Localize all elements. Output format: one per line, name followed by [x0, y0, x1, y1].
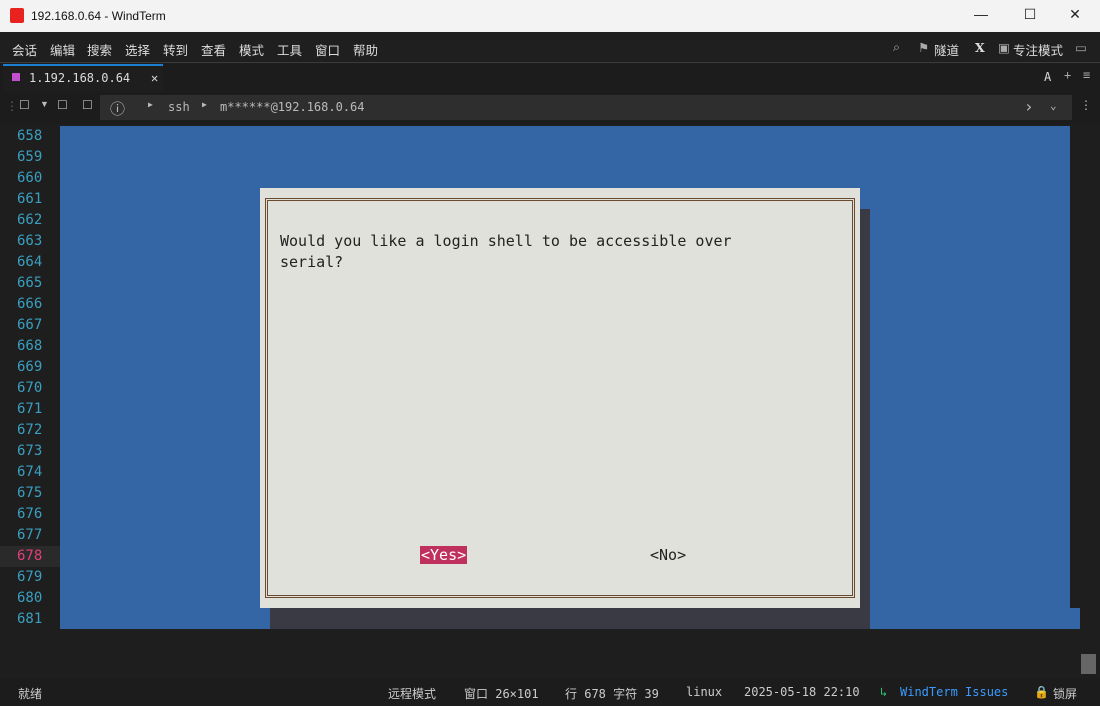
line-number: 663 — [0, 231, 60, 252]
line-number: 668 — [0, 336, 60, 357]
add-tab-button[interactable]: + — [1064, 68, 1071, 82]
line-number: 662 — [0, 210, 60, 231]
line-number: 664 — [0, 252, 60, 273]
status-mode[interactable]: 远程模式 — [388, 685, 436, 702]
scrollbar-thumb[interactable] — [1081, 654, 1096, 674]
chevron-right-icon[interactable]: › — [1024, 97, 1034, 116]
tab-close-icon[interactable]: ✕ — [151, 71, 158, 85]
caret-right-icon: ▶ — [148, 100, 153, 109]
line-number: 681 — [0, 609, 60, 630]
line-number: 679 — [0, 567, 60, 588]
line-number: 677 — [0, 525, 60, 546]
status-ready: 就绪 — [18, 685, 42, 702]
line-number: 680 — [0, 588, 60, 609]
menu-tools[interactable]: 工具 — [277, 40, 302, 59]
lock-icon: 🔒 — [1034, 685, 1049, 699]
line-number: 666 — [0, 294, 60, 315]
dialog-message: Would you like a login shell to be acces… — [280, 231, 732, 273]
line-number: 674 — [0, 462, 60, 483]
line-number: 675 — [0, 483, 60, 504]
app-logo-icon — [10, 8, 24, 23]
maximize-button[interactable]: ☐ — [1015, 6, 1045, 26]
line-number: 658 — [0, 126, 60, 147]
status-window-size: 窗口 26×101 — [464, 685, 539, 702]
line-number: 660 — [0, 168, 60, 189]
focus-icon: ▣ — [998, 40, 1010, 55]
line-number: 659 — [0, 147, 60, 168]
toolbar: ⋮ ☐ ▼ ☐ ☐ ⓘ ▶ ssh ▶ m******@192.168.0.64… — [0, 92, 1100, 124]
line-number: 669 — [0, 357, 60, 378]
line-number: 665 — [0, 273, 60, 294]
windterm-issues-link[interactable]: WindTerm Issues — [900, 685, 1008, 699]
layout-icon[interactable]: ▭ — [1075, 40, 1087, 55]
font-button[interactable]: A — [1044, 70, 1051, 84]
line-number: 672 — [0, 420, 60, 441]
menu-session[interactable]: 会话 — [12, 40, 37, 59]
status-os: linux — [686, 685, 722, 699]
tab-session[interactable]: 1.192.168.0.64 ✕ — [3, 64, 163, 92]
status-bar: 就绪 远程模式 窗口 26×101 行 678 字符 39 linux 2025… — [0, 678, 1100, 706]
path-ssh[interactable]: ssh — [168, 100, 190, 114]
menu-help[interactable]: 帮助 — [353, 40, 378, 59]
menu-window[interactable]: 窗口 — [315, 40, 340, 59]
tunnel-icon: ⚑ — [918, 40, 929, 55]
minimize-button[interactable]: — — [966, 6, 996, 26]
menu-edit[interactable]: 编辑 — [50, 40, 75, 59]
window-title: 192.168.0.64 - WindTerm — [31, 9, 166, 23]
session-color-icon — [12, 73, 20, 81]
line-number: 661 — [0, 189, 60, 210]
menu-bar: 会话 编辑 搜索 选择 转到 查看 模式 工具 窗口 帮助 ⌕ ⚑ 隧道 X ▣… — [0, 32, 1100, 63]
menu-view[interactable]: 查看 — [201, 40, 226, 59]
line-number: 678 — [0, 546, 60, 567]
drag-handle-icon[interactable]: ⋮ — [6, 99, 18, 113]
line-number: 673 — [0, 441, 60, 462]
duplicate-session-icon[interactable]: ☐ — [57, 98, 68, 112]
status-position[interactable]: 行 678 字符 39 — [565, 685, 659, 702]
whiptail-dialog: Would you like a login shell to be acces… — [260, 188, 860, 608]
menu-goto[interactable]: 转到 — [163, 40, 188, 59]
close-button[interactable]: ✕ — [1060, 6, 1090, 26]
title-bar: 192.168.0.64 - WindTerm — ☐ ✕ — [0, 0, 1100, 32]
caret-right-icon: ▶ — [202, 100, 207, 109]
x-button[interactable]: X — [975, 40, 985, 55]
status-time: 2025-05-18 22:10 — [744, 685, 860, 699]
menu-select[interactable]: 选择 — [125, 40, 150, 59]
tunnel-button[interactable]: 隧道 — [934, 40, 959, 59]
address-bar[interactable]: ⓘ ▶ ssh ▶ m******@192.168.0.64 › ⌄ — [100, 95, 1072, 120]
line-number-gutter: 6586596606616626636646656666676686696706… — [0, 126, 60, 630]
lock-screen-button[interactable]: 锁屏 — [1053, 685, 1077, 702]
tab-menu-button[interactable]: ≡ — [1083, 68, 1090, 82]
more-icon[interactable]: ⋮ — [1080, 98, 1092, 112]
search-icon[interactable]: ⌕ — [893, 40, 900, 55]
issues-icon: ↳ — [880, 685, 887, 699]
line-number: 676 — [0, 504, 60, 525]
line-number: 667 — [0, 315, 60, 336]
no-button[interactable]: <No> — [650, 546, 686, 564]
focus-mode-button[interactable]: 专注模式 — [1013, 40, 1063, 59]
tab-bar: 1.192.168.0.64 ✕ A + ≡ — [0, 64, 1100, 92]
open-session-icon[interactable]: ☐ — [82, 98, 93, 112]
path-host[interactable]: m******@192.168.0.64 — [220, 100, 365, 114]
yes-button[interactable]: <Yes> — [420, 546, 467, 564]
new-session-icon[interactable]: ☐ — [19, 98, 30, 112]
info-icon[interactable]: ⓘ — [110, 98, 125, 119]
line-number: 670 — [0, 378, 60, 399]
menu-search[interactable]: 搜索 — [87, 40, 112, 59]
chevron-down-icon[interactable]: ▼ — [40, 99, 49, 109]
chevron-down-icon[interactable]: ⌄ — [1050, 99, 1057, 112]
line-number: 671 — [0, 399, 60, 420]
menu-mode[interactable]: 模式 — [239, 40, 264, 59]
tab-label: 1.192.168.0.64 — [29, 71, 130, 85]
